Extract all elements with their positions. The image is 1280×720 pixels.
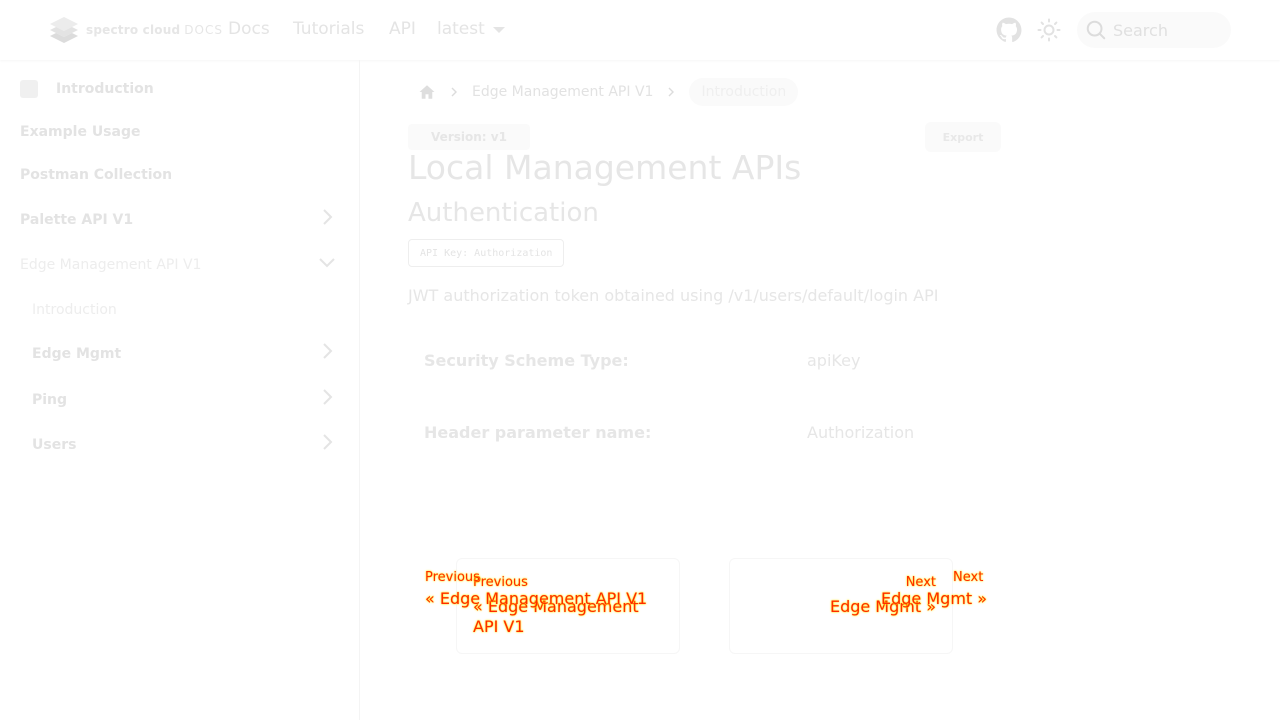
logo-docs-suffix: DOCS (184, 23, 223, 37)
export-button[interactable]: Export (925, 122, 1001, 152)
chevron-right-icon[interactable] (318, 388, 336, 406)
home-icon[interactable] (418, 83, 436, 101)
pager-label: Next (905, 575, 936, 590)
sidebar-item-postman-collection[interactable]: Postman Collection (20, 167, 340, 183)
sidebar-subitem-users[interactable]: Users (32, 434, 340, 453)
sidebar-item-edge-management-api[interactable]: Edge Management API V1 (20, 257, 340, 273)
caret-down-icon (492, 27, 505, 33)
sidebar-item-label: Palette API V1 (20, 212, 134, 228)
api-key-badge: API Key: Authorization (408, 239, 565, 267)
logo-wordmark-text: spectro cloud (86, 23, 181, 37)
table-key: Header parameter name: (424, 422, 652, 442)
sidebar-subitem-introduction[interactable]: Introduction (32, 302, 340, 318)
table-key: Security Scheme Type: (424, 350, 629, 370)
sidebar-item-label: Example Usage (20, 124, 141, 140)
nav-api-link[interactable]: API (389, 19, 416, 39)
table-value: Authorization (807, 422, 915, 442)
nav-docs-link[interactable]: Docs (228, 19, 270, 39)
sidebar-item-label: Postman Collection (20, 167, 173, 183)
table-row: Header parameter name: Authorization (408, 396, 1003, 468)
top-navbar: spectro cloud DOCS Docs Tutorials API lat… (0, 0, 1280, 60)
main-content: Edge Management API V1 Introduction Vers… (360, 60, 1280, 720)
nav-tutorials-link[interactable]: Tutorials (293, 19, 364, 39)
sidebar-item-label: Introduction (32, 302, 117, 318)
pager-ghost-label: Next (953, 570, 984, 585)
section-heading: Authentication (408, 198, 599, 228)
chevron-right-icon[interactable] (318, 433, 336, 451)
table-value: apiKey (807, 350, 861, 370)
pager-ghost-title: « Edge Management API V1 (425, 589, 648, 608)
spectro-cloud-logo[interactable]: spectro cloud DOCS (48, 16, 223, 44)
search-box[interactable] (1077, 12, 1231, 48)
spectro-logo-icon (50, 17, 78, 43)
sidebar-item-label: Ping (32, 392, 68, 408)
auth-description: JWT authorization token obtained using /… (408, 286, 939, 305)
sidebar-item-label: Edge Mgmt (32, 346, 122, 362)
breadcrumb-current: Introduction (689, 78, 799, 106)
sidebar-subitem-ping[interactable]: Ping (32, 389, 340, 408)
search-icon (1086, 20, 1106, 40)
sidebar-item-example-usage[interactable]: Example Usage (20, 124, 340, 140)
chevron-right-icon (451, 87, 457, 97)
pager-ghost-title: Edge Mgmt » (881, 589, 988, 608)
chevron-down-icon[interactable] (318, 253, 336, 271)
pager-label: Previous (473, 575, 528, 590)
sidebar-item-introduction[interactable]: Introduction (20, 80, 340, 98)
table-row: Security Scheme Type: apiKey (408, 324, 1003, 396)
sidebar-subitem-edge-mgmt[interactable]: Edge Mgmt (32, 343, 340, 362)
chevron-right-icon[interactable] (318, 208, 336, 226)
page-title: Local Management APIs (408, 148, 802, 187)
search-input[interactable] (1113, 20, 1223, 40)
sidebar-item-label: Edge Management API V1 (20, 257, 202, 273)
github-icon[interactable] (996, 17, 1022, 43)
version-badge: Version: v1 (408, 124, 530, 150)
breadcrumb-link[interactable]: Edge Management API V1 (472, 84, 653, 100)
logo-wordmark: spectro cloud DOCS (86, 23, 223, 37)
chevron-right-icon (668, 87, 675, 97)
sidebar-item-label: Introduction (56, 81, 154, 97)
sidebar-item-label: Users (32, 437, 77, 453)
version-dropdown-label: latest (437, 19, 485, 39)
sidebar-item-palette-api[interactable]: Palette API V1 (20, 209, 340, 228)
document-icon (20, 80, 38, 98)
pager-ghost-label: Previous (425, 570, 480, 585)
breadcrumb: Edge Management API V1 Introduction (408, 76, 799, 108)
sun-icon[interactable] (1037, 18, 1061, 42)
chevron-right-icon[interactable] (318, 342, 336, 360)
version-dropdown[interactable]: latest (437, 19, 505, 39)
sidebar: Introduction Example Usage Postman Colle… (0, 60, 360, 720)
